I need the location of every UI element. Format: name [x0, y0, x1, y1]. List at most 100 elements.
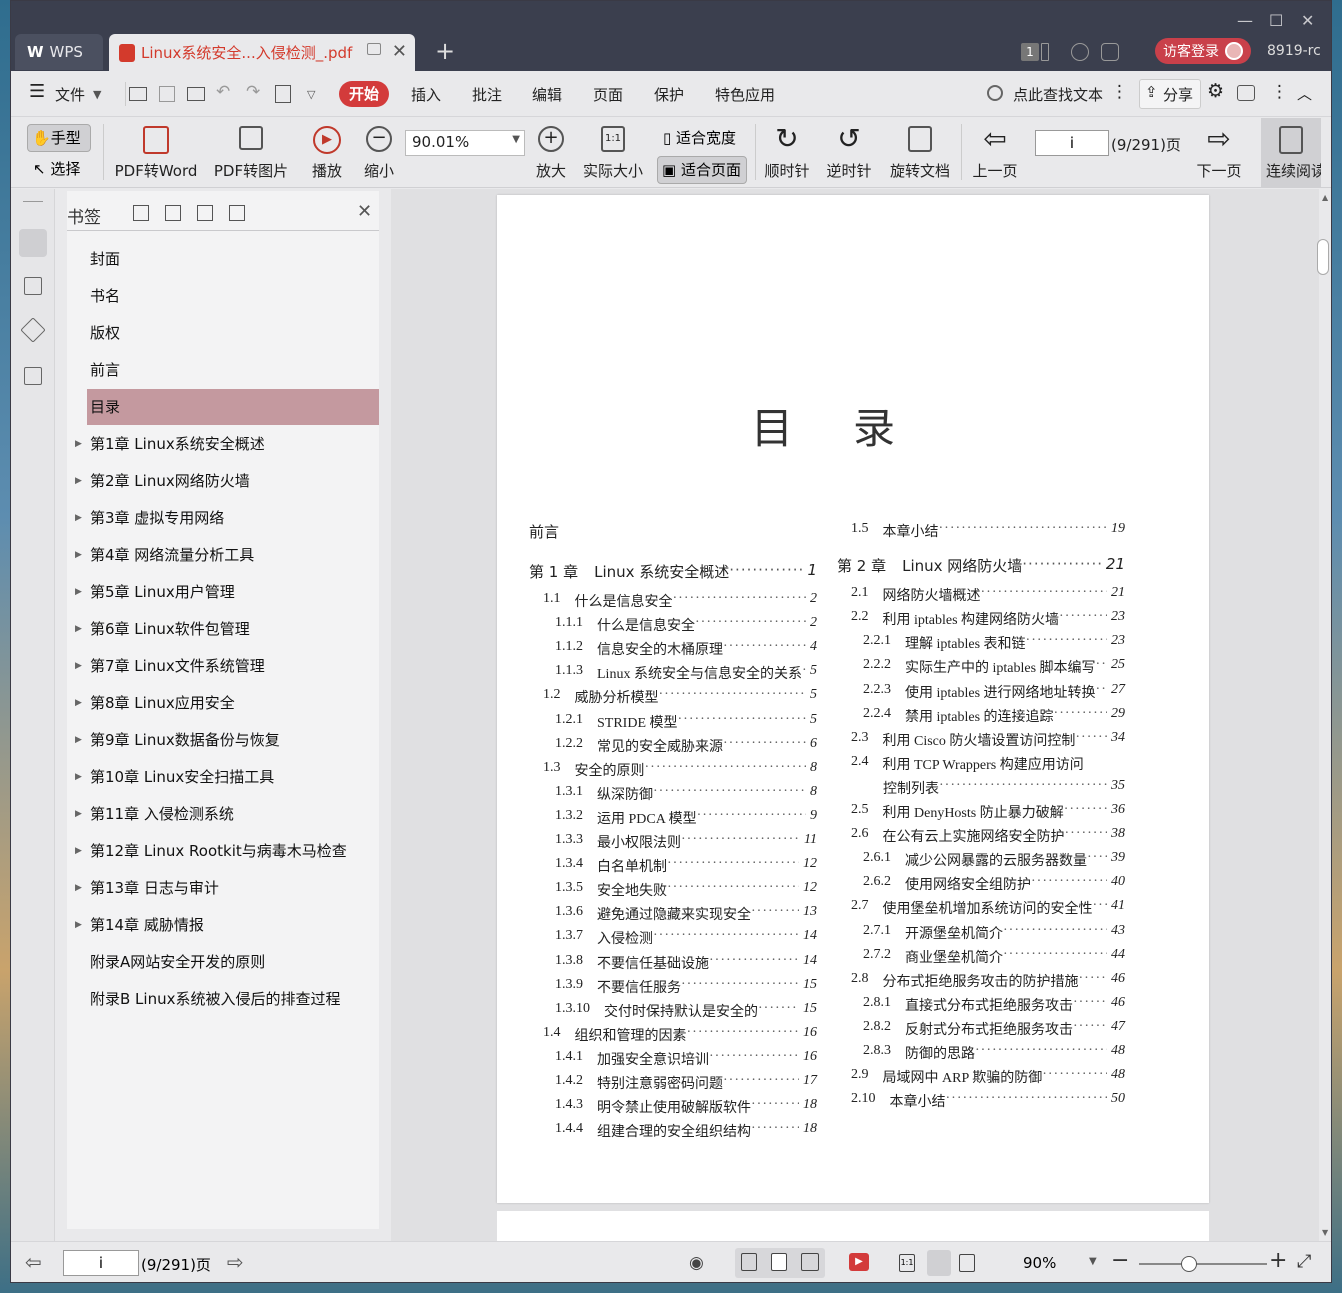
toc-entry[interactable]: 1.4 组织和管理的因素·····························… — [543, 1025, 817, 1045]
toc-entry[interactable]: 2.4 利用 TCP Wrappers 构建应用访问 — [851, 754, 1125, 774]
toc-entry[interactable]: 2.2.2 实际生产中的 iptables 脚本编写···············… — [863, 657, 1125, 677]
expand-arrow-icon[interactable]: ▶ — [75, 907, 82, 943]
thumbnail-icon[interactable] — [24, 277, 42, 295]
eye-protection-icon[interactable]: ◉ — [689, 1253, 704, 1273]
toc-entry[interactable]: 2.3 利用 Cisco 防火墙设置访问控制···················… — [851, 730, 1125, 750]
print-icon[interactable] — [187, 87, 205, 101]
fit-width-icon[interactable] — [959, 1254, 975, 1272]
vertical-scrollbar[interactable]: ▲ ▼ — [1319, 189, 1331, 1241]
skin-icon[interactable] — [1101, 43, 1119, 61]
toc-entry[interactable]: 2.6.1 减少公网暴露的云服务器数量······················… — [863, 850, 1125, 870]
bookmark-item[interactable]: 书名 — [87, 278, 379, 314]
toc-entry[interactable]: 第 2 章 Linux 网络防火墙························… — [837, 555, 1125, 576]
bookmark-item[interactable]: ▶ 第11章 入侵检测系统 — [75, 796, 379, 832]
next-page-icon[interactable]: ⇨ — [227, 1250, 244, 1274]
toc-entry[interactable]: 1.4.2 特别注意弱密码问题··························… — [555, 1073, 817, 1093]
close-panel-icon[interactable]: ✕ — [357, 201, 372, 222]
comment-icon[interactable] — [1237, 85, 1255, 101]
toc-entry[interactable]: 2.2 利用 iptables 构建网络防火墙··················… — [851, 609, 1125, 629]
bookmark-item[interactable]: 附录B Linux系统被入侵后的排查过程 — [87, 981, 379, 1017]
fullscreen-icon[interactable]: ⤢ — [1297, 1251, 1311, 1272]
expand-all-icon[interactable] — [133, 205, 149, 221]
toc-entry[interactable]: 1.1.3 Linux 系统安全与信息安全的关系·················… — [555, 663, 817, 683]
expand-arrow-icon[interactable]: ▶ — [75, 796, 82, 832]
bookmark-item[interactable]: ▶ 第5章 Linux用户管理 — [75, 574, 379, 610]
toc-entry[interactable]: 1.1.2 信息安全的木桶原理··························… — [555, 639, 817, 659]
toc-entry[interactable]: 1.4.1 加强安全意识培训···························… — [555, 1049, 817, 1069]
search-icon[interactable] — [987, 85, 1003, 101]
zoom-select[interactable]: 90.01% ▼ — [405, 130, 525, 156]
page-number-input[interactable]: i — [1035, 130, 1109, 156]
bookmark-item[interactable]: ▶ 第12章 Linux Rootkit与病毒木马检查 — [75, 833, 379, 869]
close-tab-icon[interactable]: ✕ — [392, 41, 407, 62]
expand-arrow-icon[interactable]: ▶ — [75, 759, 82, 795]
toc-entry[interactable]: 控制列表····································… — [883, 778, 1125, 798]
toc-entry[interactable]: 1.3.2 运用 PDCA 模型·························… — [555, 808, 817, 828]
two-page-icon[interactable] — [801, 1253, 819, 1271]
toc-entry[interactable]: 1.3.7 入侵检测·······························… — [555, 928, 817, 948]
toc-entry[interactable]: 2.2.1 理解 iptables 表和链····················… — [863, 633, 1125, 653]
redo-icon[interactable]: ↷ — [246, 82, 260, 102]
toc-entry[interactable]: 2.2.3 使用 iptables 进行网络地址转换···············… — [863, 682, 1125, 702]
toc-entry[interactable]: 第 1 章 Linux 系统安全概述·······················… — [529, 561, 817, 582]
bookmark-item[interactable]: ▶ 第7章 Linux文件系统管理 — [75, 648, 379, 684]
guest-login-button[interactable]: 访客登录 — [1155, 38, 1251, 64]
bookmark-item[interactable]: ▶ 第9章 Linux数据备份与恢复 — [75, 722, 379, 758]
zoom-slider-knob[interactable] — [1181, 1256, 1197, 1272]
previous-page-button[interactable]: ⇦ 上一页 — [969, 118, 1021, 188]
toc-entry[interactable]: 2.8.1 直接式分布式拒绝服务攻击·······················… — [863, 995, 1125, 1015]
toc-entry[interactable]: 1.3.5 安全地失败······························… — [555, 880, 817, 900]
continuous-reading-button[interactable]: 连续阅读 — [1261, 118, 1321, 188]
toc-entry[interactable]: 前言 — [529, 521, 817, 542]
hamburger-icon[interactable]: ☰ — [29, 81, 45, 102]
bookmark-item[interactable]: 版权 — [87, 315, 379, 351]
toc-entry[interactable]: 2.2.4 禁用 iptables 的连接追踪··················… — [863, 706, 1125, 726]
fit-width-button[interactable]: ▯ 适合宽度 — [659, 124, 747, 152]
toc-entry[interactable]: 2.7 使用堡垒机增加系统访问的安全性······················… — [851, 898, 1125, 918]
more-quick-icon[interactable]: ▽ — [307, 88, 315, 101]
play-icon[interactable]: ▶ — [849, 1253, 869, 1271]
window-count-badge[interactable]: 1 — [1021, 43, 1039, 61]
close-window-button[interactable]: ✕ — [1301, 11, 1314, 30]
expand-arrow-icon[interactable]: ▶ — [75, 833, 82, 869]
new-tab-button[interactable]: + — [435, 37, 455, 65]
undo-icon[interactable]: ↶ — [216, 82, 230, 102]
annotation-icon[interactable] — [20, 317, 46, 343]
menu-page[interactable]: 页面 — [593, 84, 623, 105]
status-zoom[interactable]: 90% — [1023, 1254, 1056, 1272]
bookmark-item[interactable]: ▶ 第8章 Linux应用安全 — [75, 685, 379, 721]
open-folder-icon[interactable] — [129, 87, 147, 101]
bookmark-item[interactable]: ▶ 第1章 Linux系统安全概述 — [75, 426, 379, 462]
menu-special[interactable]: 特色应用 — [715, 84, 775, 105]
tab-document[interactable]: Linux系统安全...入侵检测_.pdf ✕ — [109, 34, 415, 71]
status-page-input[interactable]: i — [63, 1250, 139, 1276]
zoom-dropdown-icon[interactable]: ▼ — [1089, 1256, 1097, 1267]
bookmark-item[interactable]: 前言 — [87, 352, 379, 388]
bookmark-item[interactable]: ▶ 第13章 日志与审计 — [75, 870, 379, 906]
bookmark-item[interactable]: 目录 — [87, 389, 379, 425]
document-viewport[interactable]: 目录 前言第 1 章 Linux 系统安全概述 ··················… — [391, 189, 1321, 1251]
menu-insert[interactable]: 插入 — [411, 84, 441, 105]
zoom-slider[interactable] — [1139, 1256, 1267, 1272]
bookmark-item[interactable]: ▶ 第2章 Linux网络防火墙 — [75, 463, 379, 499]
single-page-icon[interactable] — [771, 1253, 787, 1271]
attachment-icon[interactable] — [24, 367, 42, 385]
sync-icon[interactable] — [1071, 43, 1089, 61]
fit-page-button[interactable]: ▣ 适合页面 — [657, 156, 747, 184]
bookmark-item[interactable]: ▶ 第4章 网络流量分析工具 — [75, 537, 379, 573]
add-bookmark-icon[interactable] — [197, 205, 213, 221]
expand-arrow-icon[interactable]: ▶ — [75, 426, 82, 462]
toc-entry[interactable]: 2.10 本章小结································… — [851, 1091, 1125, 1111]
actual-size-icon[interactable]: 1:1 — [899, 1254, 915, 1272]
bookmark-item[interactable]: ▶ 第14章 威胁情报 — [75, 907, 379, 943]
toc-entry[interactable]: 1.2 威胁分析模型·······························… — [543, 687, 817, 707]
toc-entry[interactable]: 1.2.2 常见的安全威胁来源··························… — [555, 736, 817, 756]
collapse-ribbon-icon[interactable]: ︿ — [1297, 83, 1312, 104]
pin-icon[interactable] — [367, 43, 381, 55]
toc-entry[interactable]: 1.3.8 不要信任基础设施···························… — [555, 953, 817, 973]
toc-entry[interactable]: 1.3.1 纵深防御·······························… — [555, 784, 817, 804]
bookmark-settings-icon[interactable] — [229, 205, 245, 221]
export-icon[interactable] — [275, 85, 291, 103]
chevron-down-icon[interactable]: ▼ — [93, 88, 101, 101]
toc-entry[interactable]: 2.6.2 使用网络安全组防护··························… — [863, 874, 1125, 894]
